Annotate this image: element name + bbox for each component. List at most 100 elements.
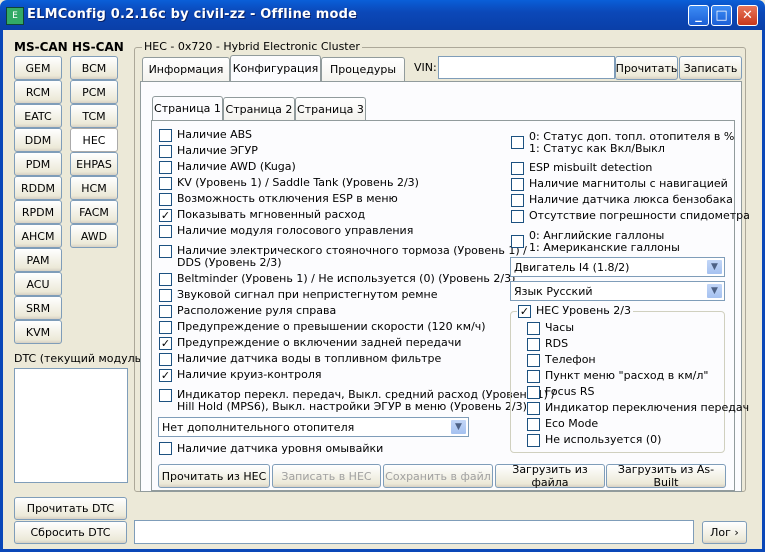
- hec-option-checkbox[interactable]: [527, 354, 540, 367]
- module-button-pdm[interactable]: PDM: [14, 152, 62, 176]
- log-button[interactable]: Лог ›: [702, 521, 747, 544]
- read-from-hec-button[interactable]: Прочитать из HEC: [158, 464, 270, 488]
- option-checkbox[interactable]: [159, 177, 172, 190]
- option-checkbox[interactable]: [511, 210, 524, 223]
- tab-page-2[interactable]: Страница 2: [223, 97, 295, 120]
- chevron-down-icon: ▼: [706, 283, 723, 299]
- module-button-pam[interactable]: PAM: [14, 248, 62, 272]
- hec-option-checkbox[interactable]: [527, 338, 540, 351]
- module-button-facm[interactable]: FACM: [70, 200, 118, 224]
- vin-read-button[interactable]: Прочитать: [615, 56, 678, 80]
- chevron-down-icon: ▼: [450, 419, 467, 435]
- dtc-list[interactable]: [14, 368, 128, 483]
- option-checkbox[interactable]: ✓: [159, 209, 172, 222]
- option-checkbox[interactable]: [159, 353, 172, 366]
- hec-option-label: Focus RS: [545, 385, 595, 398]
- module-button-kvm[interactable]: KVM: [14, 320, 62, 344]
- write-to-hec-button[interactable]: Записать в HEC: [272, 464, 381, 488]
- vin-write-button[interactable]: Записать: [679, 56, 742, 80]
- vin-input[interactable]: [438, 56, 615, 79]
- module-button-gem[interactable]: GEM: [14, 56, 62, 80]
- read-dtc-button[interactable]: Прочитать DTC: [14, 497, 127, 520]
- washer-checkbox[interactable]: [159, 442, 172, 455]
- reset-dtc-button[interactable]: Сбросить DTC: [14, 521, 127, 544]
- option-label-line2: Hill Hold (MPS6), Выкл. настройки ЭГУР в…: [177, 400, 527, 413]
- option-label: Расположение руля справа: [177, 304, 337, 317]
- option-checkbox[interactable]: [159, 321, 172, 334]
- option-checkbox[interactable]: ✓: [159, 337, 172, 350]
- load-from-file-button[interactable]: Загрузить из файла: [495, 463, 605, 489]
- load-from-asbuilt-button[interactable]: Загрузить из As-Built: [606, 463, 726, 489]
- module-button-srm[interactable]: SRM: [14, 296, 62, 320]
- engine-combo[interactable]: Двигатель I4 (1.8/2) ▼: [510, 257, 725, 277]
- hec-option-label: Часы: [545, 321, 575, 334]
- option-checkbox[interactable]: [159, 305, 172, 318]
- option-checkbox[interactable]: [511, 136, 524, 149]
- module-button-bcm[interactable]: BCM: [70, 56, 118, 80]
- heater-combo[interactable]: Нет дополнительного отопителя ▼: [158, 417, 469, 437]
- option-checkbox[interactable]: [159, 129, 172, 142]
- hec-option-label: Телефон: [545, 353, 596, 366]
- heater-combo-value: Нет дополнительного отопителя: [162, 421, 355, 434]
- option-checkbox[interactable]: [159, 145, 172, 158]
- module-button-awd[interactable]: AWD: [70, 224, 118, 248]
- module-button-ddm[interactable]: DDM: [14, 128, 62, 152]
- window-title: ELMConfig 0.2.16c by civil-zz - Offline …: [27, 7, 358, 22]
- module-button-rcm[interactable]: RCM: [14, 80, 62, 104]
- module-button-acu[interactable]: ACU: [14, 272, 62, 296]
- option-checkbox[interactable]: [511, 178, 524, 191]
- tab-procedures[interactable]: Процедуры: [321, 57, 405, 81]
- hec-option-label: Не используется (0): [545, 433, 662, 446]
- tab-page-3[interactable]: Страница 3: [295, 97, 366, 120]
- module-button-hec[interactable]: HEC: [70, 128, 118, 152]
- module-button-ahcm[interactable]: AHCM: [14, 224, 62, 248]
- hec-option-checkbox[interactable]: [527, 402, 540, 415]
- module-button-hcm[interactable]: HCM: [70, 176, 118, 200]
- module-button-ehpas[interactable]: EHPAS: [70, 152, 118, 176]
- tab-page-1[interactable]: Страница 1: [152, 96, 223, 121]
- maximize-button[interactable]: □: [711, 5, 732, 26]
- option-label: Отсутствие погрешности спидометра: [529, 209, 750, 222]
- option-label: Показывать мгновенный расход: [177, 208, 366, 221]
- vin-label: VIN:: [414, 61, 437, 74]
- tab-configuration[interactable]: Конфигурация: [230, 55, 321, 82]
- save-to-file-button[interactable]: Сохранить в файл: [383, 464, 493, 488]
- option-checkbox[interactable]: [511, 194, 524, 207]
- hec-option-checkbox[interactable]: [527, 322, 540, 335]
- hs-can-label: HS-CAN: [72, 40, 124, 54]
- option-label: Предупреждение о включении задней переда…: [177, 336, 462, 349]
- option-checkbox[interactable]: [159, 225, 172, 238]
- hec-option-label: Eco Mode: [545, 417, 599, 430]
- hec-option-checkbox[interactable]: [527, 434, 540, 447]
- hec-option-checkbox[interactable]: [527, 386, 540, 399]
- module-button-tcm[interactable]: TCM: [70, 104, 118, 128]
- option-label-line2: DDS (Уровень 2/3): [177, 256, 282, 269]
- option-label: Наличие датчика воды в топливном фильтре: [177, 352, 442, 365]
- option-checkbox[interactable]: [159, 161, 172, 174]
- app-icon[interactable]: E: [6, 7, 24, 25]
- option-checkbox[interactable]: [159, 389, 172, 402]
- hec-option-checkbox[interactable]: [527, 418, 540, 431]
- tab-info[interactable]: Информация: [142, 57, 230, 81]
- module-button-rpdm[interactable]: RPDM: [14, 200, 62, 224]
- minimize-button[interactable]: _: [688, 5, 709, 26]
- module-button-pcm[interactable]: PCM: [70, 80, 118, 104]
- option-checkbox[interactable]: [511, 162, 524, 175]
- close-button[interactable]: ✕: [737, 5, 758, 26]
- ms-can-label: MS-CAN: [14, 40, 68, 54]
- option-label: KV (Уровень 1) / Saddle Tank (Уровень 2/…: [177, 176, 419, 189]
- option-checkbox[interactable]: [511, 235, 524, 248]
- option-checkbox[interactable]: [159, 273, 172, 286]
- hec-level-checkbox[interactable]: ✓: [518, 305, 531, 318]
- language-combo[interactable]: Язык Русский ▼: [510, 281, 725, 301]
- module-button-eatc[interactable]: EATC: [14, 104, 62, 128]
- hec-option-checkbox[interactable]: [527, 370, 540, 383]
- module-button-rddm[interactable]: RDDM: [14, 176, 62, 200]
- option-label: Наличие AWD (Kuga): [177, 160, 296, 173]
- option-checkbox[interactable]: [159, 245, 172, 258]
- option-label-line2: 1: Американские галлоны: [529, 241, 680, 254]
- option-checkbox[interactable]: ✓: [159, 369, 172, 382]
- option-checkbox[interactable]: [159, 193, 172, 206]
- module-group-title: HEC - 0x720 - Hybrid Electronic Cluster: [142, 40, 362, 53]
- option-checkbox[interactable]: [159, 289, 172, 302]
